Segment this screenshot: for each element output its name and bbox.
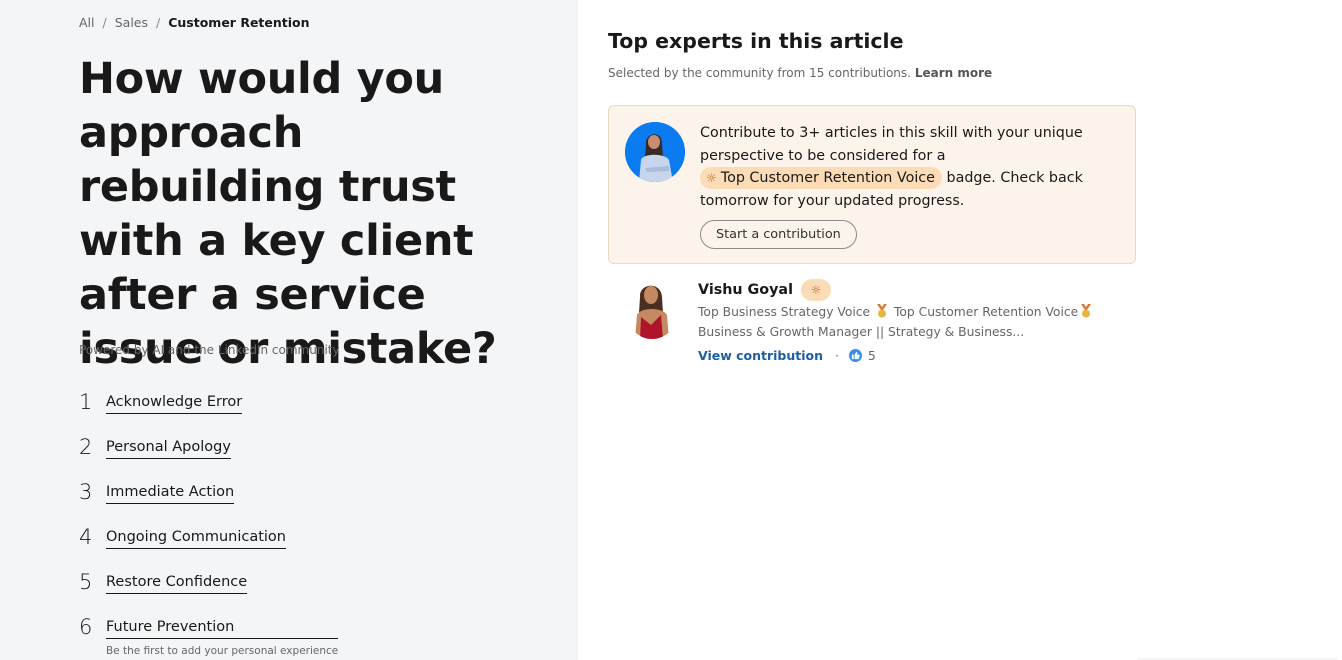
person-avatar-icon: [625, 122, 685, 182]
page-title: How would you approach rebuilding trust …: [79, 54, 497, 374]
voice-badge: ☼ Top Customer Retention Voice: [700, 167, 942, 189]
experts-subtitle-text: Selected by the community from 15 contri…: [608, 66, 911, 80]
step-number: 3: [79, 480, 93, 504]
step-link-restore-confidence[interactable]: Restore Confidence: [106, 572, 248, 594]
expert-headline: Top Business Strategy Voice Top Customer…: [698, 302, 1094, 342]
start-contribution-button[interactable]: Start a contribution: [700, 220, 857, 249]
voice-badge-label: Top Customer Retention Voice: [720, 170, 935, 186]
lightbulb-icon: ☼: [706, 171, 717, 185]
powered-by-text: Powered by AI and the LinkedIn community: [79, 343, 340, 357]
step-link-ongoing-communication[interactable]: Ongoing Communication: [106, 527, 286, 549]
promo-text-before: Contribute to 3+ articles in this skill …: [700, 125, 1083, 164]
breadcrumb-all[interactable]: All: [79, 15, 95, 30]
expert-headline-voice-1: Top Business Strategy Voice: [698, 305, 871, 319]
step-number: 6: [79, 615, 93, 639]
breadcrumb-sales[interactable]: Sales: [115, 15, 148, 30]
expert-headline-title: Business & Growth Manager || Strategy & …: [698, 325, 1025, 339]
promo-message: Contribute to 3+ articles in this skill …: [700, 122, 1110, 212]
expert-actions: View contribution · 5: [698, 348, 1094, 363]
step-link-future-prevention[interactable]: Future Prevention: [106, 617, 339, 639]
step-item: 1 Acknowledge Error: [79, 388, 338, 433]
learn-more-link[interactable]: Learn more: [915, 66, 992, 80]
medal-icon: [877, 304, 888, 318]
step-number: 2: [79, 435, 93, 459]
medal-icon: [1081, 304, 1092, 318]
person-avatar-icon: [635, 285, 669, 339]
experts-subtitle: Selected by the community from 15 contri…: [608, 66, 992, 80]
avatar: [625, 122, 685, 182]
separator-dot: ·: [835, 348, 839, 363]
article-panel: All / Sales / Customer Retention How wou…: [0, 0, 578, 660]
article-steps: 1 Acknowledge Error 2 Personal Apology 3…: [79, 388, 339, 658]
step-number: 1: [79, 390, 93, 414]
expert-list-item: Vishu Goyal ☼ Top Business Strategy Voic…: [608, 277, 1136, 377]
step-item: 6 Future Prevention Be the first to add …: [79, 613, 339, 658]
breadcrumb-current: Customer Retention: [168, 15, 310, 30]
contribution-promo-card: Contribute to 3+ articles in this skill …: [608, 105, 1136, 264]
view-contribution-link[interactable]: View contribution: [698, 348, 823, 363]
like-icon: [848, 349, 862, 362]
step-link-personal-apology[interactable]: Personal Apology: [106, 437, 231, 459]
breadcrumb-separator: /: [102, 15, 107, 30]
step-item: 4 Ongoing Communication: [79, 523, 338, 568]
expert-headline-voice-2: Top Customer Retention Voice: [893, 305, 1079, 319]
article-page: All / Sales / Customer Retention How wou…: [0, 0, 1342, 660]
like-count: 5: [867, 348, 876, 363]
expert-name[interactable]: Vishu Goyal: [698, 282, 793, 298]
step-link-immediate-action[interactable]: Immediate Action: [106, 482, 235, 504]
experts-panel: Top experts in this article Selected by …: [578, 0, 1342, 660]
step-item: 2 Personal Apology: [79, 433, 338, 478]
step-item: 3 Immediate Action: [79, 478, 338, 523]
step-number: 5: [79, 570, 93, 594]
bottom-shadow: [1138, 656, 1338, 660]
expert-info: Vishu Goyal ☼ Top Business Strategy Voic…: [698, 277, 1094, 363]
lightbulb-icon: ☼: [800, 279, 831, 301]
step-item: 5 Restore Confidence: [79, 568, 338, 613]
step-number: 4: [79, 525, 93, 549]
step-subtext: Be the first to add your personal experi…: [106, 645, 339, 657]
experts-title: Top experts in this article: [608, 29, 904, 53]
breadcrumb-separator: /: [156, 15, 161, 30]
breadcrumb: All / Sales / Customer Retention: [79, 15, 310, 30]
avatar[interactable]: [625, 279, 679, 339]
step-link-acknowledge-error[interactable]: Acknowledge Error: [106, 392, 243, 414]
